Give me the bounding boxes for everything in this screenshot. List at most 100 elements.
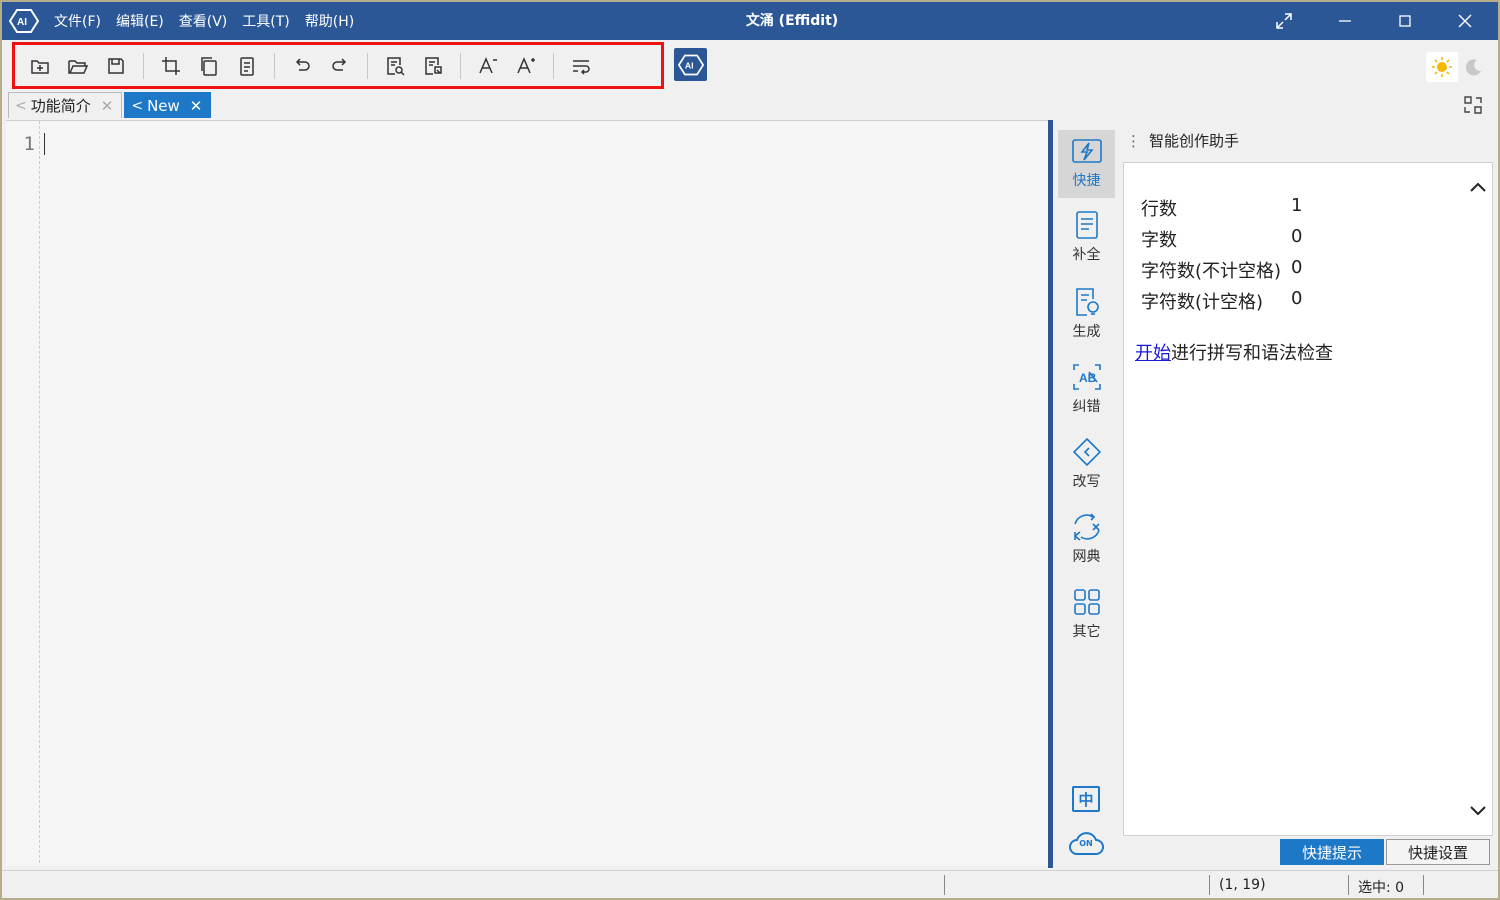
svg-text:AI: AI: [17, 17, 27, 28]
chevron-down-icon: [1470, 806, 1486, 816]
panel-title: 智能创作助手: [1149, 132, 1240, 150]
text-editor[interactable]: 1: [6, 120, 1048, 866]
expand-icon: [1276, 13, 1292, 29]
panel-switch-button[interactable]: [1462, 94, 1484, 116]
find-icon: [387, 56, 405, 76]
minimize-button[interactable]: [1315, 2, 1375, 40]
tab-quick-settings[interactable]: 快捷设置: [1386, 839, 1490, 865]
find-button[interactable]: [382, 53, 408, 79]
tab-intro[interactable]: < 功能简介 ✕: [8, 92, 123, 118]
spell-check-text: 进行拼写和语法检查: [1171, 343, 1333, 364]
sidebar-item-correct[interactable]: AB 纠错: [1058, 355, 1115, 423]
lightning-icon: [1071, 139, 1102, 163]
sidebar-item-rewrite[interactable]: 改写: [1058, 430, 1115, 498]
increase-font-icon: [517, 56, 535, 73]
sidebar-item-other[interactable]: 其它: [1058, 580, 1115, 648]
open-folder-icon: [68, 59, 89, 74]
panel-header: ⋮ 智能创作助手: [1126, 130, 1239, 151]
save-icon: [108, 57, 124, 74]
window-title: 文涌 (Effidit): [745, 13, 839, 29]
copy-icon: [201, 56, 217, 76]
paste-icon: [240, 56, 254, 76]
title-bar: AI 文件(F) 编辑(E) 查看(V) 工具(T) 帮助(H) 文涌 (Eff…: [2, 2, 1498, 40]
sidebar-item-complete[interactable]: 补全: [1058, 203, 1115, 271]
crop-icon: [162, 56, 180, 75]
menu-tools[interactable]: 工具(T): [242, 11, 289, 31]
word-wrap-button[interactable]: [568, 53, 594, 79]
status-divider: [1423, 875, 1424, 895]
new-file-button[interactable]: [27, 53, 53, 79]
close-icon: [1458, 14, 1472, 28]
dark-theme-option[interactable]: [1458, 52, 1490, 82]
decrease-font-button[interactable]: [475, 53, 501, 79]
light-theme-option[interactable]: [1426, 52, 1458, 82]
sidebar-item-quick[interactable]: 快捷: [1058, 130, 1115, 198]
stat-label: 行数: [1141, 199, 1177, 220]
assistant-sidebar: 快捷 补全 生成 AB 纠错 改写 网典 其它 中 ON: [1053, 120, 1119, 868]
increase-font-button[interactable]: [513, 53, 539, 79]
maximize-button[interactable]: [1375, 2, 1435, 40]
status-divider: [1348, 875, 1349, 895]
word-wrap-icon: [573, 59, 590, 75]
toolbar-divider: [143, 52, 144, 79]
tab-arrow: <: [131, 97, 144, 114]
cut-button[interactable]: [158, 53, 184, 79]
main-toolbar: [12, 42, 664, 89]
toolbar-divider: [553, 52, 554, 79]
undo-button[interactable]: [289, 53, 315, 79]
sidebar-item-label: 快捷: [1072, 173, 1101, 189]
language-toggle[interactable]: 中: [1072, 786, 1100, 812]
decrease-font-icon: [479, 56, 497, 73]
cloud-sync-button[interactable]: ON: [1068, 828, 1104, 858]
minimize-icon: [1339, 20, 1351, 22]
stat-label: 字数: [1141, 230, 1177, 251]
scroll-down-button[interactable]: [1468, 803, 1488, 819]
sidebar-item-label: 其它: [1072, 624, 1101, 640]
app-logo-icon: AI: [8, 8, 40, 34]
menu-edit[interactable]: 编辑(E): [116, 11, 164, 31]
menu-view[interactable]: 查看(V): [179, 11, 228, 31]
open-file-button[interactable]: [65, 53, 91, 79]
tab-label: 功能简介: [30, 97, 91, 115]
toolbar-divider: [367, 52, 368, 79]
switch-layout-icon: [1464, 96, 1482, 114]
start-check-link[interactable]: 开始: [1135, 343, 1171, 364]
theme-toggle[interactable]: [1426, 52, 1490, 82]
maximize-icon: [1399, 15, 1411, 27]
stat-row-chars-no-space: 字符数(不计空格) 0: [1141, 257, 1302, 283]
spell-check-prompt: 开始进行拼写和语法检查: [1135, 339, 1333, 365]
paste-button[interactable]: [234, 53, 260, 79]
ai-assistant-button[interactable]: AI: [674, 48, 707, 81]
tab-close-icon[interactable]: ✕: [101, 97, 114, 115]
sidebar-item-generate[interactable]: 生成: [1058, 280, 1115, 348]
panel-bottom-tabs: 快捷提示 快捷设置: [1280, 839, 1490, 865]
sidebar-item-label: 改写: [1072, 474, 1101, 490]
spell-check-icon: AB: [1072, 364, 1101, 390]
tab-new[interactable]: < New ✕: [124, 92, 212, 118]
sidebar-item-dictionary[interactable]: 网典: [1058, 505, 1115, 573]
tab-label: New: [147, 96, 180, 115]
app-window: AI 文件(F) 编辑(E) 查看(V) 工具(T) 帮助(H) 文涌 (Eff…: [0, 0, 1500, 900]
scroll-up-button[interactable]: [1468, 179, 1488, 195]
fullscreen-button[interactable]: [1254, 2, 1314, 40]
close-button[interactable]: [1435, 2, 1495, 40]
tab-arrow: <: [15, 97, 27, 114]
tab-close-icon[interactable]: ✕: [190, 97, 203, 115]
replace-button[interactable]: [420, 53, 446, 79]
stat-row-words: 字数 0: [1141, 226, 1302, 252]
grid-icon: [1073, 589, 1100, 615]
save-button[interactable]: [103, 53, 129, 79]
redo-button[interactable]: [327, 53, 353, 79]
sidebar-item-label: 补全: [1072, 247, 1101, 263]
copy-button[interactable]: [196, 53, 222, 79]
selection-count: 选中: 0: [1358, 880, 1405, 896]
stat-value: 0: [1291, 288, 1303, 309]
redo-icon: [332, 57, 347, 71]
menu-file[interactable]: 文件(F): [54, 11, 101, 31]
menu-help[interactable]: 帮助(H): [305, 11, 354, 31]
panel-drag-handle-icon[interactable]: ⋮: [1126, 132, 1141, 150]
stat-value: 1: [1291, 195, 1303, 216]
document-tabs: < 功能简介 ✕ < New ✕: [8, 92, 213, 118]
status-divider: [944, 875, 945, 895]
tab-quick-tips[interactable]: 快捷提示: [1280, 839, 1384, 865]
